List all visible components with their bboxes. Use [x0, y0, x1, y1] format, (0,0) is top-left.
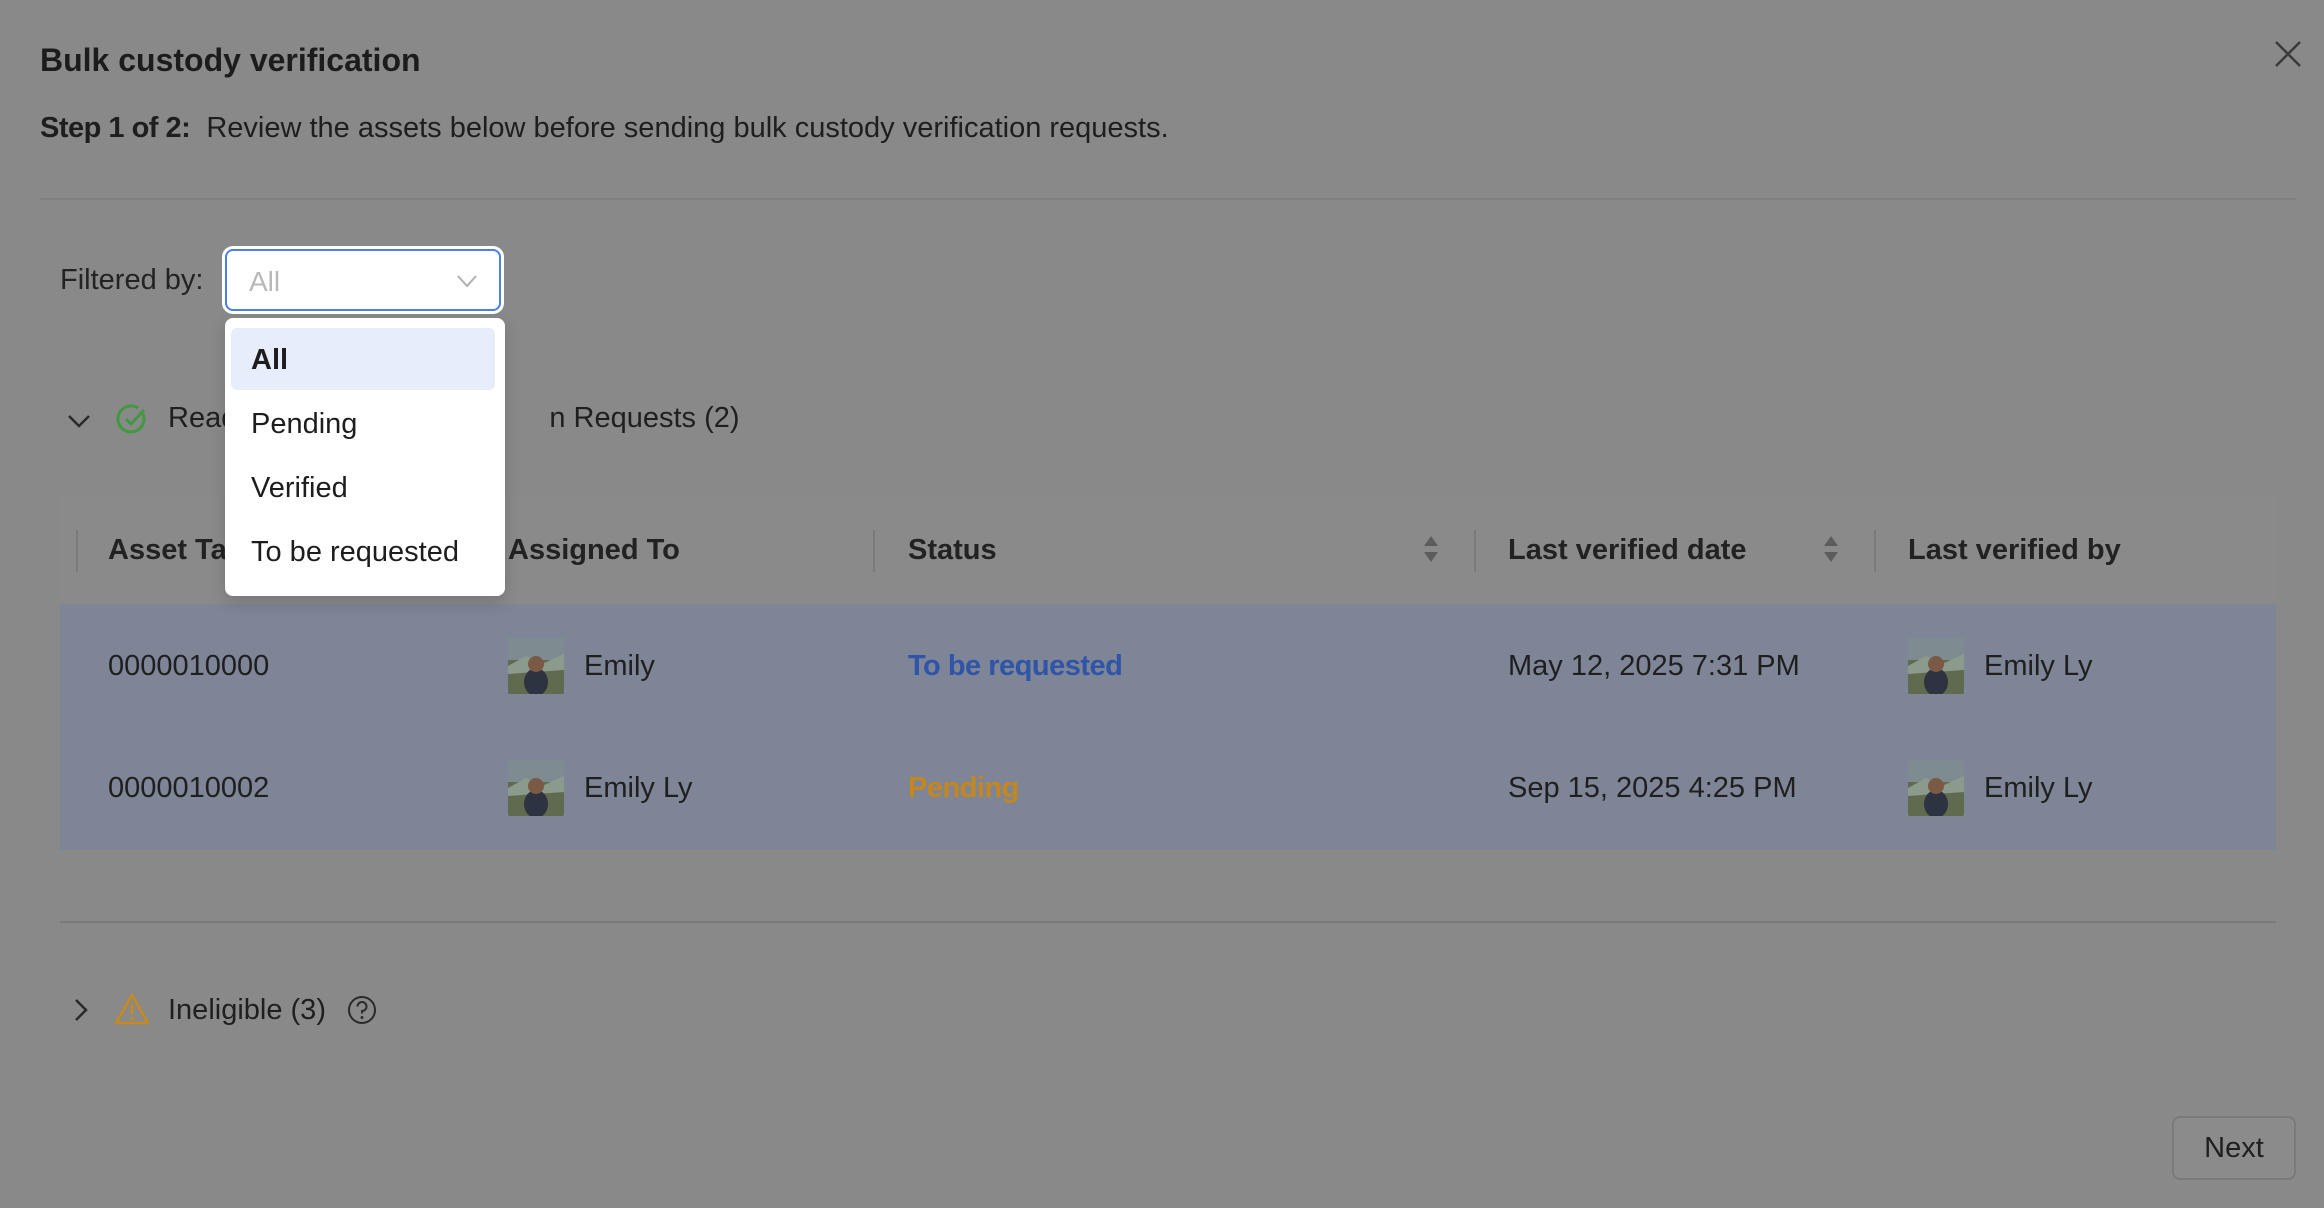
last-verified-date-cell: Sep 15, 2025 4:25 PM [1508, 772, 1797, 804]
option-label: Verified [251, 472, 348, 504]
help-icon[interactable] [346, 994, 378, 1026]
option-label: Pending [251, 408, 358, 440]
last-verified-by-cell: Emily Ly [1984, 772, 2093, 804]
chevron-down-icon[interactable] [64, 406, 94, 436]
avatar [508, 638, 564, 694]
assigned-to-cell: Emily [584, 650, 655, 682]
filter-label: Filtered by: [60, 264, 204, 296]
filter-select[interactable]: All [225, 249, 501, 311]
avatar [1908, 638, 1964, 694]
column-divider [1474, 530, 1476, 572]
asset-tag-cell: 0000010002 [108, 772, 270, 804]
option-label: To be requested [251, 536, 459, 568]
chevron-down-icon [457, 275, 477, 288]
filter-select-value: All [249, 266, 281, 297]
chevron-right-icon[interactable] [66, 995, 96, 1025]
column-last-verified-date[interactable]: Last verified date [1508, 534, 1747, 567]
step-instruction: Step 1 of 2: Review the assets below befo… [40, 112, 1169, 145]
section-ineligible-title[interactable]: Ineligible (3) [168, 994, 326, 1027]
table-body: 0000010000 Emily To be requested May 12,… [60, 604, 2276, 850]
step-text: Review the assets below before sending b… [206, 112, 1169, 144]
dialog-title: Bulk custody verification [40, 42, 421, 78]
section-ready-suffix: n Requests (2) [549, 402, 740, 434]
divider [40, 198, 2296, 200]
check-circle-icon [116, 404, 146, 434]
sort-icon[interactable] [1822, 532, 1840, 566]
status-badge: Pending [908, 772, 1019, 804]
column-asset-tag: Asset Ta [108, 534, 227, 566]
last-verified-by-cell: Emily Ly [1984, 650, 2093, 682]
filter-dropdown-menu: All Pending Verified To be requested [225, 318, 505, 596]
column-assigned-to: Assigned To [508, 534, 680, 566]
table-row[interactable]: 0000010000 Emily To be requested May 12,… [60, 604, 2276, 726]
column-status[interactable]: Status [908, 534, 997, 567]
sort-icon[interactable] [1422, 532, 1440, 566]
dropdown-option-pending[interactable]: Pending [231, 392, 495, 454]
last-verified-date-cell: May 12, 2025 7:31 PM [1508, 650, 1800, 682]
status-badge: To be requested [908, 650, 1123, 682]
warning-icon [114, 993, 150, 1025]
close-icon[interactable] [2270, 36, 2306, 72]
asset-tag-cell: 0000010000 [108, 650, 270, 682]
dropdown-option-verified[interactable]: Verified [231, 456, 495, 518]
column-divider [1874, 530, 1876, 572]
table-row[interactable]: 0000010002 Emily Ly Pending Sep 15, 2025… [60, 726, 2276, 848]
avatar [508, 760, 564, 816]
column-divider [873, 530, 875, 572]
step-label: Step 1 of 2: [40, 112, 191, 144]
column-last-verified-by: Last verified by [1908, 534, 2121, 566]
divider [60, 921, 2276, 923]
next-button[interactable]: Next [2172, 1116, 2296, 1180]
dropdown-option-to-be-requested[interactable]: To be requested [231, 520, 495, 582]
dropdown-option-all[interactable]: All [231, 328, 495, 390]
column-divider [76, 530, 78, 572]
avatar [1908, 760, 1964, 816]
assigned-to-cell: Emily Ly [584, 772, 693, 804]
option-label: All [251, 344, 289, 376]
